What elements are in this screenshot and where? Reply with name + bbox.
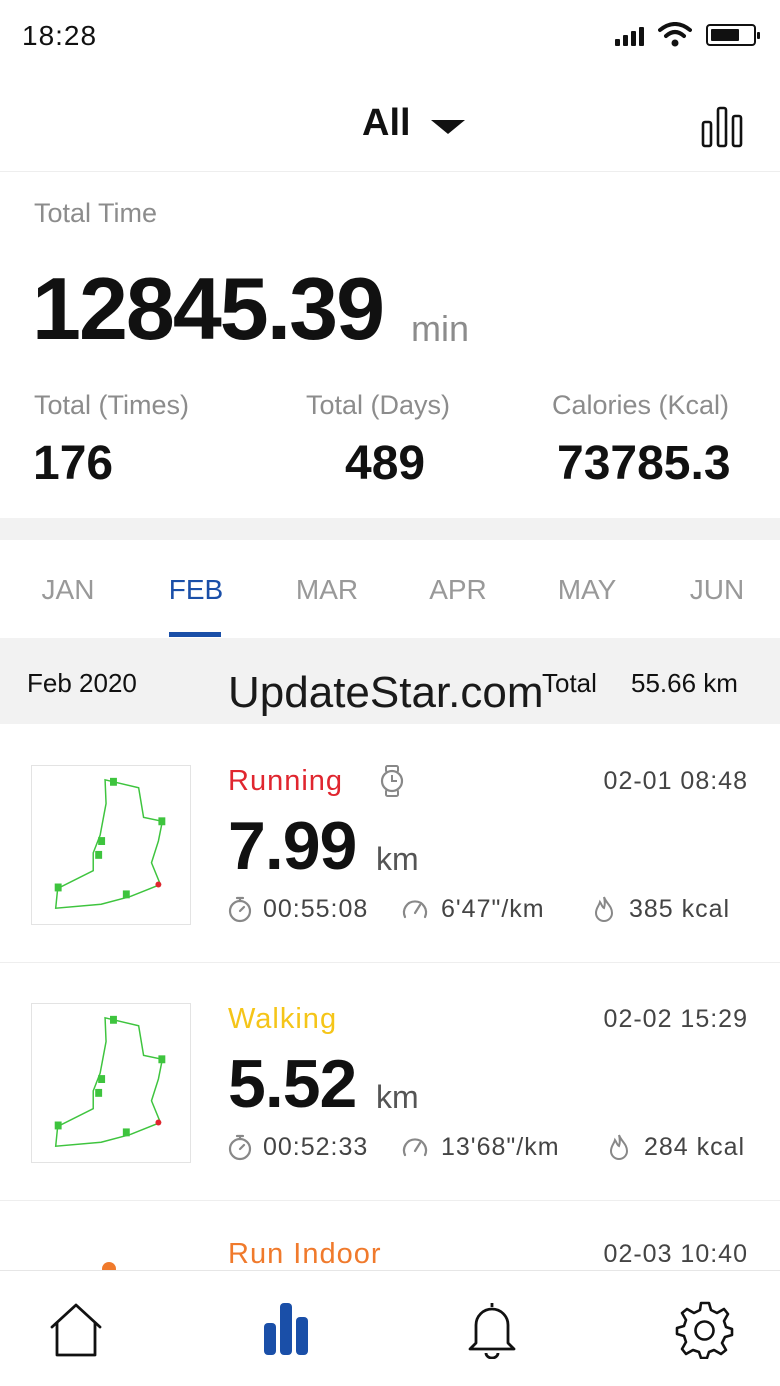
activity-duration: 00:55:08 bbox=[263, 895, 369, 923]
section-divider bbox=[0, 518, 780, 540]
cellular-signal-icon bbox=[615, 24, 644, 46]
run-indoor-marker-icon bbox=[102, 1262, 116, 1270]
month-summary-bar: Feb 2020 Total 55.66 km bbox=[0, 638, 780, 724]
activity-pace: 13'68"/km bbox=[441, 1133, 560, 1161]
bar-chart-icon[interactable] bbox=[700, 104, 744, 148]
flame-icon bbox=[609, 1134, 629, 1160]
total-days-value: 489 bbox=[345, 437, 426, 490]
activity-type: Walking bbox=[228, 1003, 338, 1035]
activity-card-walking[interactable]: Walking 02-02 15:29 5.52 km 00:52:33 13'… bbox=[0, 963, 780, 1201]
activity-type: Running bbox=[228, 765, 344, 797]
activity-pace: 6'47"/km bbox=[441, 895, 545, 923]
chevron-down-icon bbox=[430, 119, 465, 134]
activity-datetime: 02-03 10:40 bbox=[603, 1240, 748, 1268]
calories-label: Calories (Kcal) bbox=[552, 390, 730, 420]
status-bar: 18:28 bbox=[0, 0, 780, 74]
activity-calories: 385 kcal bbox=[629, 895, 731, 923]
tab-apr[interactable]: APR bbox=[408, 574, 508, 606]
distance-unit: km bbox=[376, 1079, 419, 1115]
bell-icon[interactable] bbox=[462, 1299, 522, 1359]
calories-value: 73785.3 bbox=[557, 437, 731, 490]
activity-card-run-indoor[interactable]: Run Indoor 02-03 10:40 bbox=[0, 1202, 780, 1270]
tab-may[interactable]: MAY bbox=[537, 574, 637, 606]
activity-distance: 5.52 bbox=[228, 1046, 357, 1122]
month-total-label: Total bbox=[542, 668, 597, 698]
month-tabs: JAN FEB MAR APR MAY JUN bbox=[0, 540, 780, 638]
activity-distance: 7.99 bbox=[228, 808, 357, 884]
activity-datetime: 02-02 15:29 bbox=[603, 1005, 748, 1033]
total-time-unit: min bbox=[411, 308, 470, 349]
header: All bbox=[0, 74, 780, 172]
status-icons bbox=[615, 22, 760, 48]
month-total-value: 55.66 km bbox=[631, 668, 738, 698]
route-map-thumbnail bbox=[31, 1003, 191, 1163]
activity-filter-dropdown[interactable]: All bbox=[362, 102, 465, 145]
activity-type: Run Indoor bbox=[228, 1238, 382, 1270]
month-name: Feb 2020 bbox=[27, 668, 137, 698]
wifi-icon bbox=[658, 22, 692, 47]
activity-datetime: 02-01 08:48 bbox=[603, 767, 748, 795]
stats-icon[interactable] bbox=[256, 1299, 316, 1359]
activity-duration: 00:52:33 bbox=[263, 1133, 369, 1161]
distance-unit: km bbox=[376, 841, 419, 877]
gear-icon[interactable] bbox=[674, 1299, 734, 1359]
total-time-value: 12845.39 bbox=[32, 259, 385, 358]
activity-calories: 284 kcal bbox=[644, 1133, 746, 1161]
active-tab-indicator bbox=[169, 632, 221, 637]
status-time: 18:28 bbox=[22, 20, 98, 51]
speedometer-icon bbox=[402, 900, 428, 919]
route-map-thumbnail bbox=[31, 765, 191, 925]
tab-mar[interactable]: MAR bbox=[277, 574, 377, 606]
flame-icon bbox=[594, 896, 614, 922]
bottom-navigation bbox=[0, 1270, 780, 1386]
activity-card-running[interactable]: Running 02-01 08:48 7.99 km 00:55:08 6'4… bbox=[0, 725, 780, 963]
total-time-label: Total Time bbox=[34, 198, 158, 228]
stopwatch-icon bbox=[228, 1134, 252, 1161]
home-icon[interactable] bbox=[46, 1299, 106, 1359]
filter-label: All bbox=[362, 102, 411, 144]
tab-jan[interactable]: JAN bbox=[18, 574, 118, 606]
tab-feb[interactable]: FEB bbox=[146, 574, 246, 606]
total-days-label: Total (Days) bbox=[306, 390, 451, 420]
total-times-label: Total (Times) bbox=[34, 390, 190, 420]
speedometer-icon bbox=[402, 1138, 428, 1157]
total-times-value: 176 bbox=[33, 437, 114, 490]
battery-icon bbox=[706, 24, 760, 46]
summary-panel: Total Time 12845.39 min Total (Times) 17… bbox=[0, 172, 780, 518]
stopwatch-icon bbox=[228, 896, 252, 923]
tab-jun[interactable]: JUN bbox=[667, 574, 767, 606]
watch-icon bbox=[380, 765, 404, 797]
